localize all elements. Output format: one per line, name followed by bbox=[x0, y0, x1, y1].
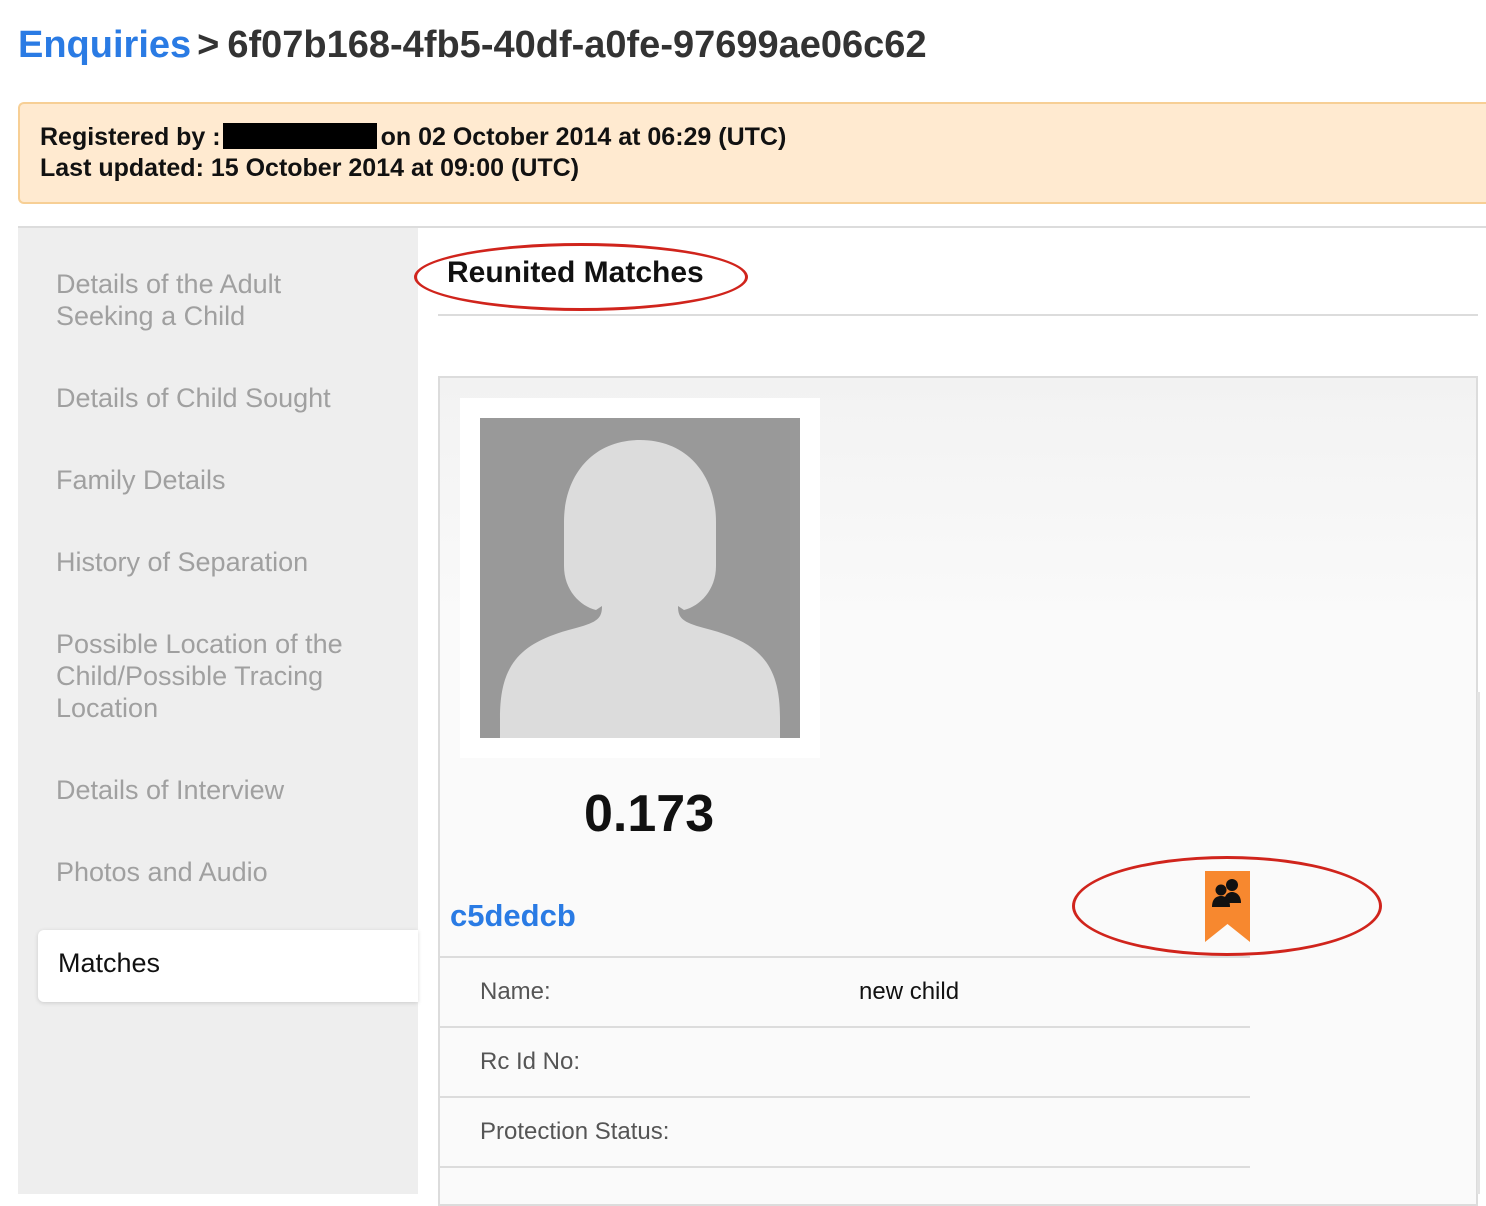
annotation-ellipse-title bbox=[414, 243, 748, 311]
sidebar-item-details-of-interview[interactable]: Details of Interview bbox=[56, 774, 386, 806]
page-title: Enquiries >6f07b168-4fb5-40df-a0fe-97699a… bbox=[18, 24, 927, 67]
protection-status-label: Protection Status: bbox=[480, 1118, 670, 1145]
sidebar-item-possible-location[interactable]: Possible Location of the Child/Possible … bbox=[56, 628, 376, 724]
field-divider bbox=[440, 1096, 1250, 1098]
card-edge bbox=[1477, 692, 1480, 1194]
name-value: new child bbox=[859, 978, 960, 1005]
sidebar-item-family-details[interactable]: Family Details bbox=[56, 464, 386, 496]
sidebar-item-history-of-separation[interactable]: History of Separation bbox=[56, 546, 386, 578]
registered-by-line: Registered by : on 02 October 2014 at 06:… bbox=[40, 122, 1486, 153]
avatar-placeholder-icon[interactable] bbox=[480, 418, 800, 738]
sidebar-item-matches[interactable]: Matches bbox=[38, 930, 418, 1002]
breadcrumb-enquiries-link[interactable]: Enquiries bbox=[18, 24, 191, 66]
sidebar-item-adult-seeking-child[interactable]: Details of the Adult Seeking a Child bbox=[56, 268, 386, 332]
section-divider bbox=[438, 314, 1478, 316]
registered-date: on 02 October 2014 at 06:29 (UTC) bbox=[380, 123, 787, 151]
redacted-user-name bbox=[222, 123, 377, 149]
registered-by-label: Registered by : bbox=[40, 123, 221, 151]
sidebar-item-photos-and-audio[interactable]: Photos and Audio bbox=[56, 856, 386, 888]
section-sidebar: Details of the Adult Seeking a Child Det… bbox=[18, 228, 418, 1194]
breadcrumb-separator: > bbox=[197, 24, 220, 66]
match-id-link[interactable]: c5dedcb bbox=[450, 898, 576, 934]
last-updated-line: Last updated: 15 October 2014 at 09:00 (… bbox=[40, 154, 580, 182]
sidebar-item-child-sought[interactable]: Details of Child Sought bbox=[56, 382, 386, 414]
name-label: Name: bbox=[480, 978, 551, 1005]
record-info-box: Registered by : on 02 October 2014 at 06:… bbox=[18, 102, 1486, 204]
field-divider bbox=[440, 1166, 1250, 1168]
rc-id-label: Rc Id No: bbox=[480, 1048, 581, 1075]
field-divider bbox=[440, 956, 1250, 958]
match-score: 0.173 bbox=[584, 785, 715, 843]
field-divider bbox=[440, 1026, 1250, 1028]
annotation-ellipse-flag bbox=[1072, 856, 1382, 956]
record-id: 6f07b168-4fb5-40df-a0fe-97699ae06c62 bbox=[227, 24, 927, 66]
